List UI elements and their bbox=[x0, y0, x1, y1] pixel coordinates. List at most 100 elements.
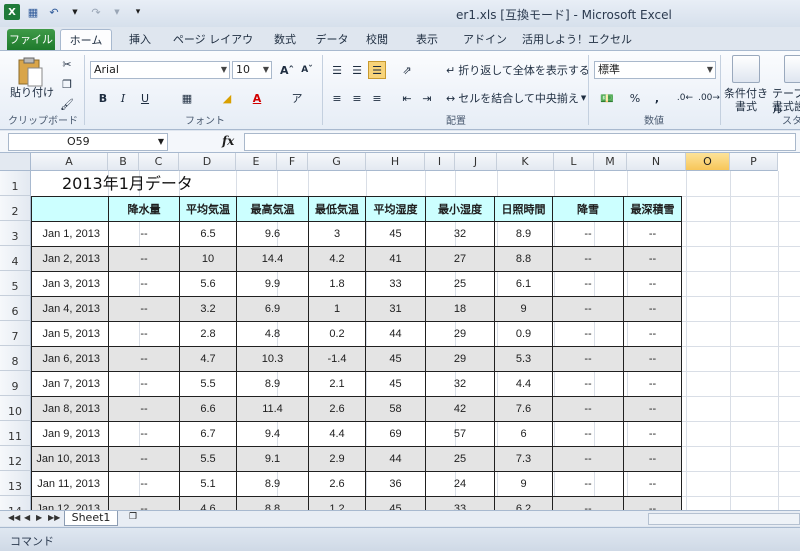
date-cell[interactable]: Jan 10, 2013 bbox=[31, 446, 109, 472]
data-cell[interactable]: -- bbox=[623, 396, 682, 422]
row-header-8[interactable]: 8 bbox=[0, 346, 31, 371]
column-header-g[interactable]: G bbox=[308, 153, 366, 171]
data-cell[interactable]: 10.3 bbox=[236, 346, 309, 372]
number-format-combo[interactable]: 標準 ▼ bbox=[594, 61, 716, 79]
data-cell[interactable]: -- bbox=[552, 446, 624, 472]
header-cell[interactable]: 平均湿度 bbox=[365, 196, 426, 222]
tab-formulas[interactable]: 数式 bbox=[268, 29, 302, 50]
data-cell[interactable]: 0.2 bbox=[308, 321, 366, 347]
date-cell[interactable]: Jan 5, 2013 bbox=[31, 321, 109, 347]
worksheet-grid[interactable]: ABCDEFGHIJKLMNOP 1234567891011121314 201… bbox=[0, 153, 800, 510]
data-cell[interactable]: -- bbox=[108, 421, 180, 447]
redo-icon[interactable]: ↷ bbox=[88, 4, 104, 20]
data-cell[interactable]: 10 bbox=[179, 246, 237, 272]
data-cell[interactable]: -- bbox=[552, 221, 624, 247]
font-name-combo[interactable]: Arial ▼ bbox=[90, 61, 230, 79]
insert-sheet-icon[interactable]: ❐ bbox=[124, 512, 142, 525]
font-color-icon[interactable]: A bbox=[248, 89, 266, 107]
row-header-5[interactable]: 5 bbox=[0, 271, 31, 296]
tab-view[interactable]: 表示 bbox=[412, 29, 442, 50]
data-cell[interactable]: -- bbox=[552, 396, 624, 422]
sheet-title[interactable]: 2013年1月データ bbox=[62, 171, 193, 196]
data-cell[interactable]: 31 bbox=[365, 296, 426, 322]
format-painter-icon[interactable]: 🖌 bbox=[58, 95, 76, 113]
data-cell[interactable]: 18 bbox=[425, 296, 495, 322]
italic-button[interactable]: I bbox=[114, 89, 132, 107]
data-cell[interactable]: -- bbox=[623, 321, 682, 347]
data-cell[interactable]: 36 bbox=[365, 471, 426, 497]
data-cell[interactable]: 11.4 bbox=[236, 396, 309, 422]
data-cell[interactable]: 4.2 bbox=[308, 246, 366, 272]
header-cell[interactable]: 最小湿度 bbox=[425, 196, 495, 222]
data-cell[interactable]: 3 bbox=[308, 221, 366, 247]
data-cell[interactable]: 8.8 bbox=[494, 246, 553, 272]
data-cell[interactable]: -- bbox=[552, 471, 624, 497]
date-cell[interactable]: Jan 2, 2013 bbox=[31, 246, 109, 272]
data-cell[interactable]: 0.9 bbox=[494, 321, 553, 347]
data-cell[interactable]: 58 bbox=[365, 396, 426, 422]
header-cell[interactable]: 降雪 bbox=[552, 196, 624, 222]
data-cell[interactable]: 9.6 bbox=[236, 221, 309, 247]
tab-insert[interactable]: 挿入 bbox=[122, 29, 158, 50]
align-bottom-icon[interactable]: ☰ bbox=[368, 61, 386, 79]
increase-decimal-icon[interactable]: .0← bbox=[676, 89, 694, 107]
data-cell[interactable]: -- bbox=[108, 396, 180, 422]
column-header-l[interactable]: L bbox=[554, 153, 594, 171]
column-header-b[interactable]: B bbox=[108, 153, 139, 171]
data-cell[interactable]: 5.5 bbox=[179, 446, 237, 472]
data-cell[interactable]: -- bbox=[552, 296, 624, 322]
cut-icon[interactable]: ✂ bbox=[58, 55, 76, 73]
column-header-j[interactable]: J bbox=[455, 153, 497, 171]
column-header-a[interactable]: A bbox=[31, 153, 108, 171]
comma-button[interactable]: , bbox=[648, 89, 666, 107]
data-cell[interactable]: -- bbox=[552, 271, 624, 297]
row-header-11[interactable]: 11 bbox=[0, 421, 31, 446]
conditional-formatting-label-2[interactable]: 書式 bbox=[724, 98, 768, 114]
data-cell[interactable]: -1.4 bbox=[308, 346, 366, 372]
fill-color-icon[interactable]: ◢ bbox=[218, 89, 236, 107]
column-header-e[interactable]: E bbox=[236, 153, 277, 171]
data-cell[interactable]: -- bbox=[552, 346, 624, 372]
data-cell[interactable]: -- bbox=[623, 446, 682, 472]
header-cell[interactable]: 最低気温 bbox=[308, 196, 366, 222]
date-cell[interactable]: Jan 11, 2013 bbox=[31, 471, 109, 497]
data-cell[interactable]: 33 bbox=[425, 496, 495, 510]
column-header-d[interactable]: D bbox=[179, 153, 236, 171]
data-cell[interactable]: 45 bbox=[365, 371, 426, 397]
data-cell[interactable]: 6.5 bbox=[179, 221, 237, 247]
data-cell[interactable]: -- bbox=[623, 246, 682, 272]
data-cell[interactable]: 25 bbox=[425, 271, 495, 297]
data-cell[interactable]: 69 bbox=[365, 421, 426, 447]
data-cell[interactable]: 45 bbox=[365, 221, 426, 247]
data-cell[interactable]: 6.9 bbox=[236, 296, 309, 322]
header-cell[interactable]: 平均気温 bbox=[179, 196, 237, 222]
data-cell[interactable]: 8.8 bbox=[236, 496, 309, 510]
dropdown-icon[interactable]: ▼ bbox=[109, 4, 125, 20]
align-left-icon[interactable]: ≡ bbox=[328, 89, 346, 107]
decrease-indent-icon[interactable]: ⇤ bbox=[398, 89, 416, 107]
tab-excel-tips[interactable]: 活用しよう！エクセル bbox=[522, 29, 632, 50]
data-cell[interactable]: 7.3 bbox=[494, 446, 553, 472]
data-cell[interactable]: 29 bbox=[425, 321, 495, 347]
header-cell[interactable]: 降水量 bbox=[108, 196, 180, 222]
date-cell[interactable]: Jan 8, 2013 bbox=[31, 396, 109, 422]
save-icon[interactable]: ▦ bbox=[25, 4, 41, 20]
column-header-i[interactable]: I bbox=[425, 153, 455, 171]
insert-function-button[interactable]: fx bbox=[222, 134, 234, 148]
data-cell[interactable]: -- bbox=[108, 446, 180, 472]
date-cell[interactable]: Jan 12, 2013 bbox=[31, 496, 109, 510]
data-cell[interactable]: 2.1 bbox=[308, 371, 366, 397]
row-header-4[interactable]: 4 bbox=[0, 246, 31, 271]
tab-review[interactable]: 校閲 bbox=[362, 29, 392, 50]
bold-button[interactable]: B bbox=[94, 89, 112, 107]
column-header-n[interactable]: N bbox=[627, 153, 686, 171]
increase-indent-icon[interactable]: ⇥ bbox=[418, 89, 436, 107]
data-cell[interactable]: 2.6 bbox=[308, 471, 366, 497]
column-header-m[interactable]: M bbox=[594, 153, 627, 171]
data-cell[interactable]: -- bbox=[108, 346, 180, 372]
data-cell[interactable]: -- bbox=[623, 471, 682, 497]
align-center-icon[interactable]: ≡ bbox=[348, 89, 366, 107]
header-cell[interactable]: 日照時間 bbox=[494, 196, 553, 222]
shrink-font-icon[interactable]: Aˇ bbox=[298, 61, 316, 79]
data-cell[interactable]: -- bbox=[552, 371, 624, 397]
